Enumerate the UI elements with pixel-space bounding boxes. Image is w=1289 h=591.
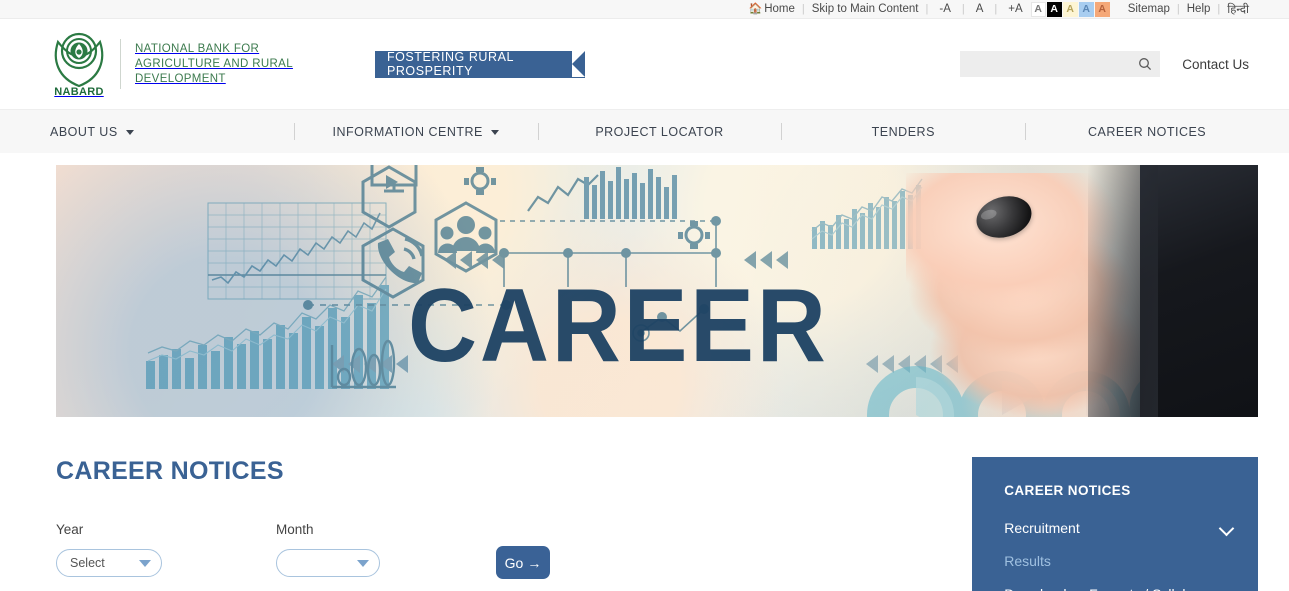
tagline-text: FOSTERING RURAL PROSPERITY bbox=[386, 50, 514, 78]
separator bbox=[1118, 3, 1121, 15]
nabard-logo[interactable]: NABARD NATIONAL BANK FOR AGRICULTURE AND… bbox=[50, 30, 293, 98]
chevron-down-icon bbox=[1218, 520, 1235, 536]
go-button-label: Go bbox=[504, 554, 524, 571]
sidebar-item-label: Results bbox=[1004, 553, 1051, 569]
nav-item-tenders[interactable]: TENDERS bbox=[781, 110, 1025, 153]
nav-label: ABOUT US bbox=[50, 124, 118, 139]
sidebar-item-label: Recruitment bbox=[1004, 520, 1080, 536]
font-decrease-button[interactable]: -A bbox=[935, 3, 955, 15]
hero-banner: CAREER bbox=[56, 165, 1258, 417]
logo-divider bbox=[120, 39, 121, 89]
sidebar-title: CAREER NOTICES bbox=[1004, 483, 1131, 498]
year-label: Year bbox=[56, 522, 84, 537]
main-column: CAREER NOTICES Year Select Month Go → bbox=[56, 457, 913, 591]
contact-us-link[interactable]: Contact Us bbox=[1182, 57, 1249, 72]
month-select[interactable] bbox=[276, 549, 380, 577]
year-select-value: Select bbox=[70, 556, 105, 570]
nav-item-project-locator[interactable]: PROJECT LOCATOR bbox=[537, 110, 782, 153]
year-field-group: Year Select bbox=[56, 522, 162, 577]
theme-swatch-blue[interactable]: A bbox=[1078, 1, 1094, 17]
logo-line-3: DEVELOPMENT bbox=[135, 72, 226, 85]
hero-banner-wrap: CAREER bbox=[0, 153, 1289, 417]
go-button[interactable]: Go → bbox=[496, 546, 550, 579]
search-input[interactable] bbox=[968, 57, 1139, 71]
nav-label: INFORMATION CENTRE bbox=[332, 124, 483, 139]
career-notices-sidebar: CAREER NOTICES Recruitment Results Downl… bbox=[972, 457, 1258, 591]
separator: | bbox=[994, 3, 998, 15]
nav-item-career-notices[interactable]: CAREER NOTICES bbox=[1025, 110, 1269, 153]
home-label: Home bbox=[764, 3, 795, 15]
logo-mark-group: NABARD bbox=[50, 30, 108, 98]
month-label: Month bbox=[276, 522, 314, 537]
home-icon: 🏠 bbox=[748, 2, 763, 15]
nav-item-about-us[interactable]: ABOUT US bbox=[36, 110, 294, 153]
hero-foreground-graphics bbox=[56, 165, 1258, 417]
logo-line-2: AGRICULTURE AND RURAL bbox=[135, 57, 293, 70]
nav-label: PROJECT LOCATOR bbox=[595, 124, 724, 139]
font-normal-button[interactable]: A bbox=[972, 3, 988, 15]
sidebar-item-results[interactable]: Results bbox=[1004, 553, 1236, 569]
chevron-down-icon bbox=[139, 559, 151, 567]
page-content: CAREER NOTICES Year Select Month Go → CA… bbox=[0, 417, 1289, 591]
accessibility-topbar: 🏠 Home | Skip to Main Content | -A | A |… bbox=[0, 0, 1289, 19]
skip-to-main-content-link[interactable]: Skip to Main Content bbox=[812, 3, 919, 15]
month-field-group: Month bbox=[276, 522, 380, 577]
sidebar-item-label: Downloads – Formats / Syllabus bbox=[1004, 586, 1205, 591]
sidebar-item-recruitment[interactable]: Recruitment bbox=[1004, 520, 1236, 536]
tagline-ribbon: FOSTERING RURAL PROSPERITY bbox=[374, 50, 585, 78]
separator: | bbox=[961, 3, 965, 15]
sidebar-item-downloads[interactable]: Downloads – Formats / Syllabus bbox=[1004, 586, 1236, 591]
site-header: NABARD NATIONAL BANK FOR AGRICULTURE AND… bbox=[0, 19, 1289, 109]
help-link[interactable]: Help bbox=[1187, 3, 1211, 15]
home-link[interactable]: 🏠 Home bbox=[748, 3, 794, 15]
logo-line-1: NATIONAL BANK FOR bbox=[135, 42, 260, 55]
separator: | bbox=[1217, 3, 1221, 15]
theme-swatch-cream[interactable]: A bbox=[1062, 1, 1078, 17]
nav-item-information-centre[interactable]: INFORMATION CENTRE bbox=[293, 110, 538, 153]
chevron-down-icon bbox=[125, 130, 134, 135]
theme-swatch-high-contrast[interactable]: A bbox=[1046, 1, 1062, 17]
nav-label: CAREER NOTICES bbox=[1088, 124, 1207, 139]
font-increase-button[interactable]: +A bbox=[1004, 3, 1026, 15]
separator: | bbox=[1176, 3, 1180, 15]
chevron-down-icon bbox=[490, 130, 499, 135]
career-notice-filter-form: Year Select Month Go → bbox=[56, 522, 913, 579]
separator: | bbox=[925, 3, 929, 15]
nabard-emblem-icon bbox=[50, 30, 108, 92]
nav-label: TENDERS bbox=[871, 124, 935, 139]
logo-fullname: NATIONAL BANK FOR AGRICULTURE AND RURAL … bbox=[135, 42, 293, 87]
theme-swatch-salmon[interactable]: A bbox=[1094, 1, 1110, 17]
theme-swatch-default[interactable]: A bbox=[1030, 1, 1046, 17]
hindi-language-link[interactable]: हिन्दी bbox=[1227, 2, 1249, 17]
separator: | bbox=[801, 3, 805, 15]
page-title: CAREER NOTICES bbox=[56, 457, 284, 485]
arrow-right-icon: → bbox=[527, 554, 542, 571]
sitemap-link[interactable]: Sitemap bbox=[1128, 3, 1170, 15]
theme-swatch-group: A A A A A bbox=[1030, 1, 1111, 17]
header-right-group: Contact Us bbox=[960, 51, 1249, 77]
main-navigation: ABOUT US INFORMATION CENTRE PROJECT LOCA… bbox=[0, 109, 1289, 153]
search-box[interactable] bbox=[960, 51, 1161, 77]
year-select[interactable]: Select bbox=[56, 549, 162, 577]
chevron-down-icon bbox=[357, 559, 369, 567]
search-icon[interactable] bbox=[1138, 57, 1152, 71]
